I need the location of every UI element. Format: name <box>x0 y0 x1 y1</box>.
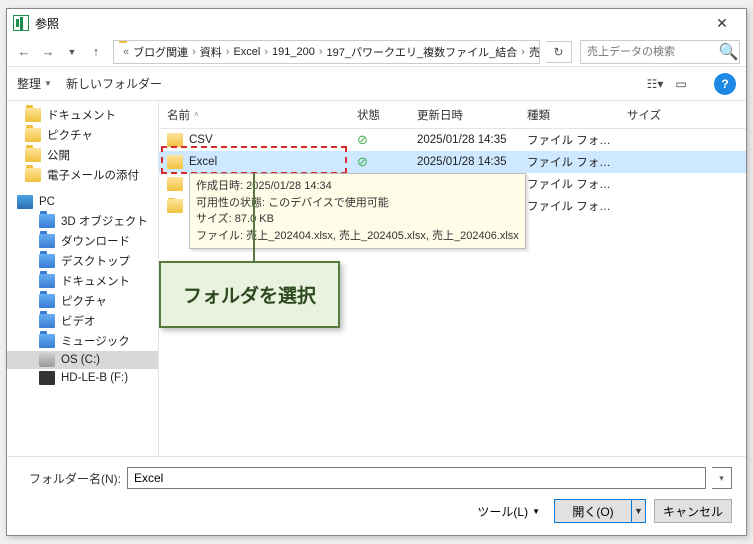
tree-item[interactable]: ダウンロード <box>7 231 158 251</box>
view-options-button[interactable]: ☷▾ <box>644 73 666 95</box>
folder-icon <box>39 334 55 348</box>
breadcrumb-seg[interactable]: 売上データ <box>526 44 540 60</box>
tree-item[interactable]: ドキュメント <box>7 271 158 291</box>
disk-icon <box>39 353 55 367</box>
annotation-callout: フォルダを選択 <box>159 261 340 328</box>
search-icon[interactable]: 🔍 <box>718 42 739 62</box>
help-button[interactable]: ? <box>714 73 736 95</box>
folder-icon <box>167 155 183 169</box>
folder-icon <box>39 234 55 248</box>
tree-item[interactable]: ビデオ <box>7 311 158 331</box>
folder-icon <box>39 274 55 288</box>
file-open-dialog: 参照 ✕ ← → ▼ ↑ « ブログ関連 › 資料 › Excel › 191_… <box>6 8 747 536</box>
status-ok-icon: ⊘ <box>349 132 409 148</box>
chevron-icon: « <box>122 46 130 58</box>
tree-item[interactable]: ピクチャ <box>7 291 158 311</box>
forward-button[interactable]: → <box>37 41 59 63</box>
breadcrumb-seg[interactable]: ブログ関連 <box>130 44 191 60</box>
search-box[interactable]: 🔍 <box>580 40 740 64</box>
tooltip: 作成日時: 2025/01/28 14:34 可用性の状態: このデバイスで使用… <box>189 173 526 249</box>
folder-icon <box>25 108 41 122</box>
column-headers: 名前˄ 状態 更新日時 種類 サイズ <box>159 101 746 129</box>
open-button[interactable]: 開く(O) <box>554 499 632 523</box>
breadcrumb-seg[interactable]: 191_200 <box>269 46 318 58</box>
column-status[interactable]: 状態 <box>349 107 409 123</box>
folder-icon <box>39 214 55 228</box>
address-bar[interactable]: « ブログ関連 › 資料 › Excel › 191_200 › 197_パワー… <box>113 40 540 64</box>
refresh-button[interactable]: ↻ <box>546 41 572 63</box>
folder-icon <box>39 254 55 268</box>
navigation-tree[interactable]: ドキュメント ピクチャ 公開 電子メールの添付 PC 3D オブジェクト ダウン… <box>7 101 159 456</box>
window-title: 参照 <box>35 15 59 32</box>
tree-item[interactable]: 電子メールの添付 <box>7 165 158 185</box>
file-list: 名前˄ 状態 更新日時 種類 サイズ CSV ⊘ 2025/01/28 14:3… <box>159 101 746 456</box>
chevron-down-icon: ▼ <box>44 79 52 88</box>
open-split-button[interactable]: ▼ <box>632 499 646 523</box>
close-button[interactable]: ✕ <box>702 11 742 35</box>
tree-item[interactable]: ピクチャ <box>7 125 158 145</box>
column-type[interactable]: 種類 <box>519 107 619 123</box>
tree-item[interactable]: ミュージック <box>7 331 158 351</box>
annotation-connector <box>253 173 255 271</box>
folder-icon <box>25 168 41 182</box>
tree-item[interactable]: 公開 <box>7 145 158 165</box>
organize-menu[interactable]: 整理▼ <box>17 75 52 92</box>
column-size[interactable]: サイズ <box>619 107 679 123</box>
sort-caret-icon: ˄ <box>194 110 199 119</box>
folder-name-input[interactable] <box>127 467 706 489</box>
disk-icon <box>39 371 55 385</box>
toolbar: 整理▼ 新しいフォルダー ☷▾ ▭ ? <box>7 67 746 101</box>
pc-icon <box>17 195 33 209</box>
tree-item[interactable]: ドキュメント <box>7 105 158 125</box>
list-row[interactable]: CSV ⊘ 2025/01/28 14:35 ファイル フォルダー <box>159 129 746 151</box>
folder-icon <box>25 148 41 162</box>
breadcrumb-seg[interactable]: 資料 <box>197 44 225 60</box>
folder-name-dropdown[interactable]: ▾ <box>712 467 732 489</box>
folder-icon <box>167 133 183 147</box>
tree-item-pc[interactable]: PC <box>7 193 158 211</box>
search-input[interactable] <box>581 41 718 63</box>
folder-icon <box>167 199 183 213</box>
folder-icon <box>167 177 183 191</box>
tree-item[interactable]: 3D オブジェクト <box>7 211 158 231</box>
cancel-button[interactable]: キャンセル <box>654 499 732 523</box>
recent-dropdown[interactable]: ▼ <box>61 41 83 63</box>
list-row[interactable]: Excel ⊘ 2025/01/28 14:35 ファイル フォルダー <box>159 151 746 173</box>
folder-icon <box>39 314 55 328</box>
folder-icon <box>39 294 55 308</box>
new-folder-button[interactable]: 新しいフォルダー <box>66 75 162 92</box>
tree-item[interactable]: デスクトップ <box>7 251 158 271</box>
up-button[interactable]: ↑ <box>85 41 107 63</box>
tree-item[interactable]: OS (C:) <box>7 351 158 369</box>
breadcrumb-seg[interactable]: 197_パワークエリ_複数ファイル_結合 <box>324 44 521 60</box>
back-button[interactable]: ← <box>13 41 35 63</box>
preview-toggle-button[interactable]: ▭ <box>670 73 692 95</box>
navigation-row: ← → ▼ ↑ « ブログ関連 › 資料 › Excel › 191_200 ›… <box>7 37 746 67</box>
excel-app-icon <box>13 15 29 31</box>
folder-name-label: フォルダー名(N): <box>21 470 121 487</box>
titlebar: 参照 ✕ <box>7 9 746 37</box>
breadcrumb-seg[interactable]: Excel <box>230 46 263 58</box>
dialog-footer: フォルダー名(N): ▾ ツール(L)▼ 開く(O) ▼ キャンセル <box>7 456 746 535</box>
status-ok-icon: ⊘ <box>349 154 409 170</box>
tools-menu[interactable]: ツール(L)▼ <box>471 500 546 523</box>
folder-icon <box>25 128 41 142</box>
column-date[interactable]: 更新日時 <box>409 107 519 123</box>
tree-item[interactable]: HD-LE-B (F:) <box>7 369 158 387</box>
column-name[interactable]: 名前˄ <box>159 107 349 123</box>
